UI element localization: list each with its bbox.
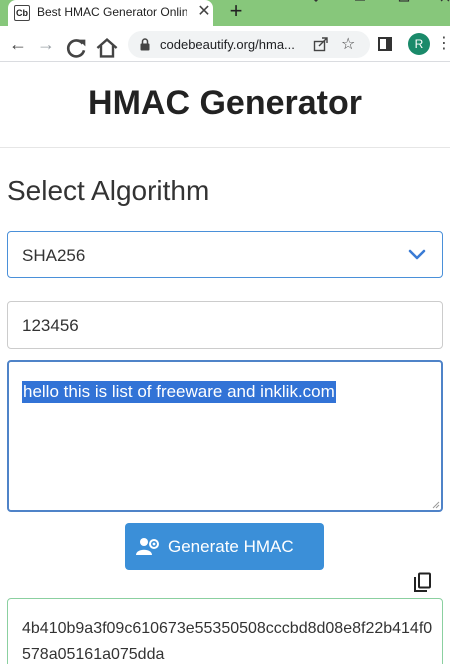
new-tab-icon[interactable]: + xyxy=(224,0,248,24)
message-text-selected: hello this is list of freeware and inkli… xyxy=(22,381,336,403)
close-tab-icon[interactable]: ✕ xyxy=(196,2,212,22)
browser-toolbar: ← → codebeautify.org/hma... ☆ R ⋮ xyxy=(0,26,450,62)
generate-hmac-button[interactable]: Generate HMAC xyxy=(125,523,324,570)
resize-handle-icon[interactable] xyxy=(432,501,440,509)
home-icon[interactable] xyxy=(95,35,119,61)
message-textarea[interactable]: hello this is list of freeware and inkli… xyxy=(7,360,443,512)
close-window-icon[interactable] xyxy=(440,0,450,6)
minimize-icon[interactable] xyxy=(354,0,366,6)
generate-hmac-label: Generate HMAC xyxy=(168,537,294,556)
lock-icon[interactable] xyxy=(140,38,150,51)
reload-icon[interactable] xyxy=(64,36,88,62)
forward-arrow-icon[interactable]: → xyxy=(34,31,58,57)
browser-tab[interactable]: Cb Best HMAC Generator Online ✕ xyxy=(8,0,213,26)
back-arrow-icon[interactable]: ← xyxy=(6,31,30,57)
user-gear-icon xyxy=(136,538,159,555)
url-text[interactable]: codebeautify.org/hma... xyxy=(160,31,305,58)
secret-key-value: 123456 xyxy=(22,316,79,335)
browser-tab-strip: Cb Best HMAC Generator Online ✕ + xyxy=(0,0,450,26)
copy-icon[interactable] xyxy=(412,572,434,594)
codebeautify-favicon-icon: Cb xyxy=(14,5,30,21)
algorithm-section-title: Select Algorithm xyxy=(7,175,210,206)
share-icon[interactable] xyxy=(313,36,329,52)
page-title: HMAC Generator xyxy=(88,84,362,122)
secret-key-input[interactable]: 123456 xyxy=(7,301,443,349)
algorithm-selected-value: SHA256 xyxy=(22,246,86,265)
tab-search-chevron-icon[interactable] xyxy=(310,0,322,6)
tab-title: Best HMAC Generator Online xyxy=(37,5,187,19)
chevron-down-icon xyxy=(408,249,426,260)
maximize-icon[interactable] xyxy=(398,0,410,6)
hmac-output[interactable]: 4b410b9a3f09c610673e55350508cccbd8d08e8f… xyxy=(7,598,443,664)
page-header: HMAC Generator xyxy=(0,62,450,148)
profile-avatar[interactable]: R xyxy=(408,33,430,55)
hmac-output-value: 4b410b9a3f09c610673e55350508cccbd8d08e8f… xyxy=(22,620,433,663)
bookmark-star-icon[interactable]: ☆ xyxy=(341,34,355,54)
side-panel-icon[interactable] xyxy=(378,37,392,51)
address-bar[interactable]: codebeautify.org/hma... ☆ xyxy=(128,31,370,58)
browser-menu-icon[interactable]: ⋮ xyxy=(436,32,450,56)
algorithm-select[interactable]: SHA256 xyxy=(7,231,443,278)
